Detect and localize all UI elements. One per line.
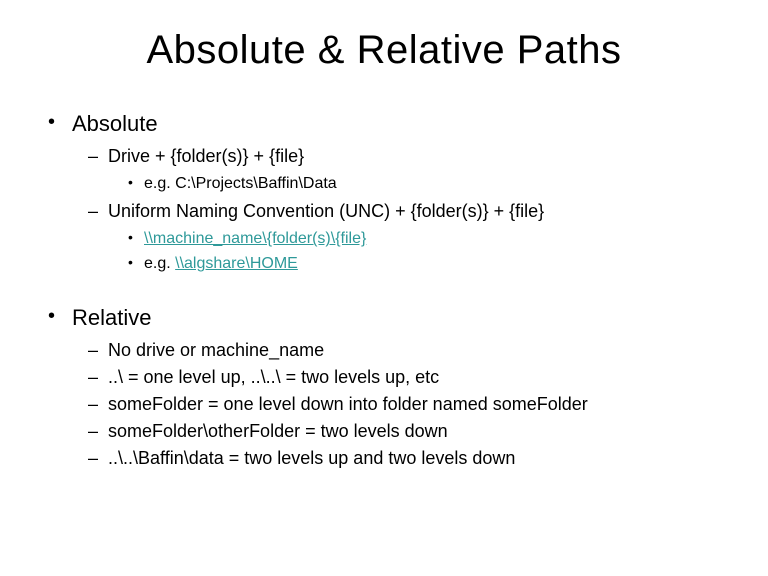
list-item: someFolder = one level down into folder … [86,391,728,418]
item-text: ..\..\Baffin\data = two levels up and tw… [108,448,515,468]
list-item: Uniform Naming Convention (UNC) + {folde… [86,198,728,277]
bullet-list-level2: No drive or machine_name ..\ = one level… [86,337,728,472]
item-text: No drive or machine_name [108,340,324,360]
item-text: someFolder = one level down into folder … [108,394,588,414]
bullet-list-level1: Absolute Drive + {folder(s)} + {file} e.… [44,109,728,472]
slide: Absolute & Relative Paths Absolute Drive… [0,0,768,576]
list-item: No drive or machine_name [86,337,728,364]
item-text: Uniform Naming Convention (UNC) + {folde… [108,201,544,221]
list-item: \\machine_name\{folder(s)\{file} [126,227,728,252]
unc-example-link[interactable]: \\algshare\HOME [175,255,298,272]
list-item: e.g. C:\Projects\Baffin\Data [126,172,728,197]
bullet-list-level3: e.g. C:\Projects\Baffin\Data [126,172,728,197]
section-heading: Absolute [72,111,158,136]
section-absolute: Absolute Drive + {folder(s)} + {file} e.… [44,109,728,277]
item-text: someFolder\otherFolder = two levels down [108,421,448,441]
item-text: Drive + {folder(s)} + {file} [108,146,304,166]
item-prefix: e.g. [144,255,175,272]
slide-title: Absolute & Relative Paths [40,28,728,73]
list-item: someFolder\otherFolder = two levels down [86,418,728,445]
list-item: ..\..\Baffin\data = two levels up and tw… [86,445,728,472]
list-item: e.g. \\algshare\HOME [126,252,728,277]
unc-template-link[interactable]: \\machine_name\{folder(s)\{file} [144,230,366,247]
section-relative: Relative No drive or machine_name ..\ = … [44,303,728,472]
bullet-list-level2: Drive + {folder(s)} + {file} e.g. C:\Pro… [86,143,728,277]
item-text: ..\ = one level up, ..\..\ = two levels … [108,367,439,387]
list-item: Drive + {folder(s)} + {file} e.g. C:\Pro… [86,143,728,197]
item-text: e.g. C:\Projects\Baffin\Data [144,175,337,192]
bullet-list-level3: \\machine_name\{folder(s)\{file} e.g. \\… [126,227,728,277]
section-heading: Relative [72,305,151,330]
list-item: ..\ = one level up, ..\..\ = two levels … [86,364,728,391]
